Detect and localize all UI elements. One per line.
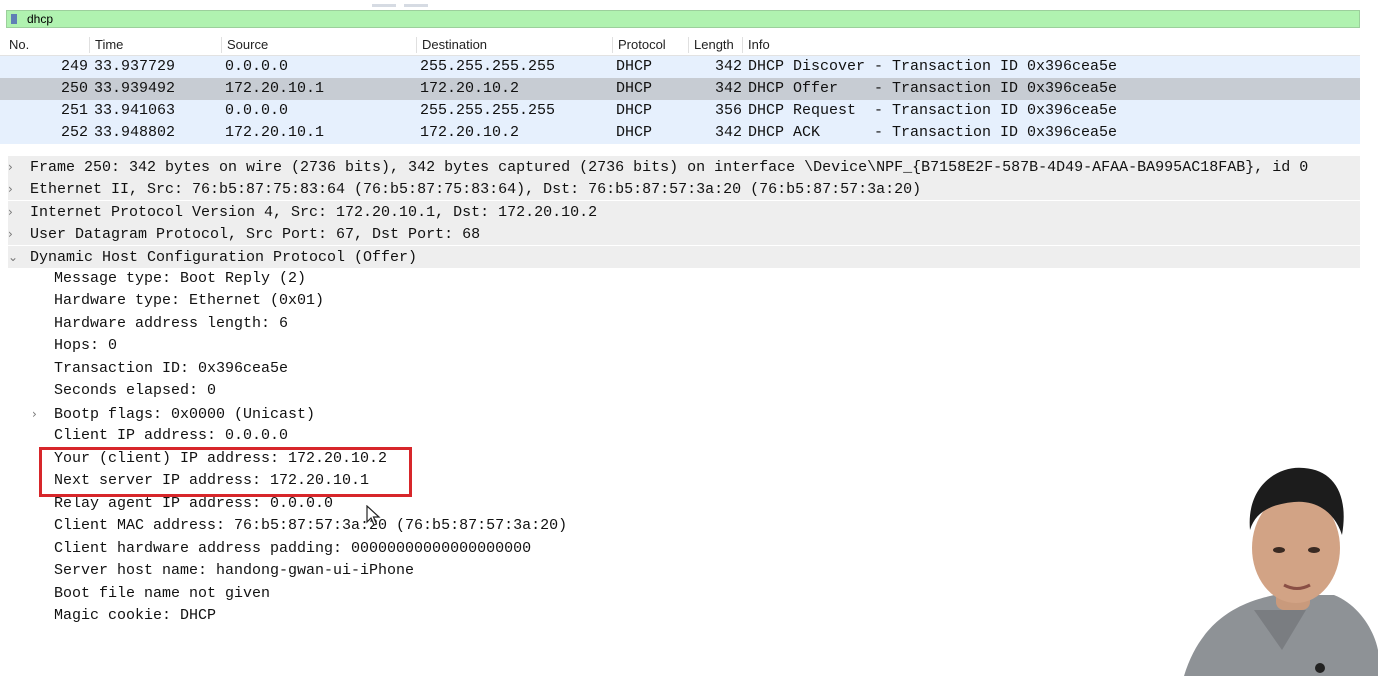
- packet-no: 251: [60, 102, 88, 119]
- highlight-annotation-box: [39, 447, 412, 497]
- packet-protocol: DHCP: [616, 80, 653, 97]
- column-header-info[interactable]: Info: [745, 35, 770, 55]
- packet-list-header: No. Time Source Destination Protocol Len…: [0, 35, 1360, 56]
- dhcp-summary-row[interactable]: ⌄ Dynamic Host Configuration Protocol (Of…: [8, 246, 1360, 268]
- chevron-right-icon[interactable]: ›: [8, 178, 30, 200]
- packet-protocol: DHCP: [616, 58, 653, 75]
- packet-time: 33.939492: [94, 80, 176, 97]
- dhcp-field-hw-addr-length[interactable]: Hardware address length: 6: [54, 313, 288, 335]
- dhcp-field-server-host-name[interactable]: Server host name: handong-gwan-ui-iPhone: [54, 560, 414, 582]
- udp-summary-text: User Datagram Protocol, Src Port: 67, Ds…: [30, 226, 481, 243]
- packet-no: 250: [60, 80, 88, 97]
- ip-summary-row[interactable]: › Internet Protocol Version 4, Src: 172.2…: [8, 201, 1360, 223]
- chevron-right-icon[interactable]: ›: [8, 223, 30, 245]
- dhcp-field-bootp-flags[interactable]: › Bootp flags: 0x0000 (Unicast): [32, 403, 315, 425]
- packet-time: 33.941063: [94, 102, 176, 119]
- ethernet-summary-row[interactable]: › Ethernet II, Src: 76:b5:87:75:83:64 (76…: [8, 178, 1360, 200]
- dhcp-field-message-type[interactable]: Message type: Boot Reply (2): [54, 268, 306, 290]
- packet-protocol: DHCP: [616, 102, 653, 119]
- display-filter-input[interactable]: [27, 11, 1347, 27]
- ip-summary-text: Internet Protocol Version 4, Src: 172.20…: [30, 204, 598, 221]
- column-header-source[interactable]: Source: [224, 35, 268, 55]
- top-strip: [0, 0, 1378, 9]
- udp-summary-row[interactable]: › User Datagram Protocol, Src Port: 67, D…: [8, 223, 1360, 245]
- packet-no: 252: [60, 124, 88, 141]
- chevron-right-icon[interactable]: ›: [8, 201, 30, 223]
- toolbar-nub: [372, 4, 396, 7]
- column-header-time[interactable]: Time: [92, 35, 123, 55]
- packet-row[interactable]: 249 33.937729 0.0.0.0 255.255.255.255 DH…: [0, 56, 1360, 78]
- presenter-webcam-overlay: [1184, 467, 1378, 676]
- packet-row-selected[interactable]: 250 33.939492 172.20.10.1 172.20.10.2 DH…: [0, 78, 1360, 100]
- ethernet-summary-text: Ethernet II, Src: 76:b5:87:75:83:64 (76:…: [30, 181, 922, 198]
- bootp-flags-text: Bootp flags: 0x0000 (Unicast): [54, 406, 316, 423]
- dhcp-field-hardware-type[interactable]: Hardware type: Ethernet (0x01): [54, 290, 324, 312]
- dhcp-field-magic-cookie[interactable]: Magic cookie: DHCP: [54, 605, 216, 627]
- packet-length: 342: [714, 80, 742, 97]
- dhcp-field-client-ip[interactable]: Client IP address: 0.0.0.0: [54, 425, 288, 447]
- packet-source: 172.20.10.1: [225, 124, 325, 141]
- packet-length: 342: [714, 58, 742, 75]
- packet-destination: 172.20.10.2: [420, 80, 520, 97]
- dhcp-field-hops[interactable]: Hops: 0: [54, 335, 117, 357]
- frame-summary-text: Frame 250: 342 bytes on wire (2736 bits)…: [30, 159, 1309, 176]
- display-filter-bar[interactable]: [6, 10, 1360, 28]
- bookmark-icon[interactable]: [11, 14, 17, 24]
- frame-summary-row[interactable]: › Frame 250: 342 bytes on wire (2736 bits…: [8, 156, 1360, 178]
- packet-info: DHCP ACK - Transaction ID 0x396cea5e: [748, 124, 1118, 141]
- packet-destination: 172.20.10.2: [420, 124, 520, 141]
- dhcp-field-client-mac[interactable]: Client MAC address: 76:b5:87:57:3a:20 (7…: [54, 515, 567, 537]
- packet-row[interactable]: 251 33.941063 0.0.0.0 255.255.255.255 DH…: [0, 100, 1360, 122]
- toolbar-nub: [404, 4, 428, 7]
- mouse-cursor-icon: [366, 505, 381, 526]
- packet-source: 172.20.10.1: [225, 80, 325, 97]
- packet-info: DHCP Offer - Transaction ID 0x396cea5e: [748, 80, 1118, 97]
- column-header-destination[interactable]: Destination: [419, 35, 487, 55]
- chevron-down-icon[interactable]: ⌄: [8, 246, 30, 268]
- packet-protocol: DHCP: [616, 124, 653, 141]
- packet-length: 356: [714, 102, 742, 119]
- dhcp-field-seconds-elapsed[interactable]: Seconds elapsed: 0: [54, 380, 216, 402]
- packet-destination: 255.255.255.255: [420, 58, 556, 75]
- packet-info: DHCP Discover - Transaction ID 0x396cea5…: [748, 58, 1118, 75]
- packet-time: 33.948802: [94, 124, 176, 141]
- dhcp-field-hw-padding[interactable]: Client hardware address padding: 0000000…: [54, 538, 531, 560]
- column-header-no[interactable]: No.: [6, 35, 29, 55]
- packet-source: 0.0.0.0: [225, 102, 289, 119]
- dhcp-field-transaction-id[interactable]: Transaction ID: 0x396cea5e: [54, 358, 288, 380]
- packet-time: 33.937729: [94, 58, 176, 75]
- column-header-length[interactable]: Length: [691, 35, 734, 55]
- chevron-right-icon[interactable]: ›: [8, 156, 30, 178]
- packet-length: 342: [714, 124, 742, 141]
- chevron-right-icon[interactable]: ›: [32, 403, 54, 425]
- packet-no: 249: [60, 58, 88, 75]
- column-header-protocol[interactable]: Protocol: [615, 35, 666, 55]
- dhcp-field-boot-file[interactable]: Boot file name not given: [54, 583, 270, 605]
- dhcp-summary-text: Dynamic Host Configuration Protocol (Off…: [30, 249, 418, 266]
- packet-destination: 255.255.255.255: [420, 102, 556, 119]
- packet-row[interactable]: 252 33.948802 172.20.10.1 172.20.10.2 DH…: [0, 122, 1360, 144]
- packet-info: DHCP Request - Transaction ID 0x396cea5e: [748, 102, 1118, 119]
- packet-source: 0.0.0.0: [225, 58, 289, 75]
